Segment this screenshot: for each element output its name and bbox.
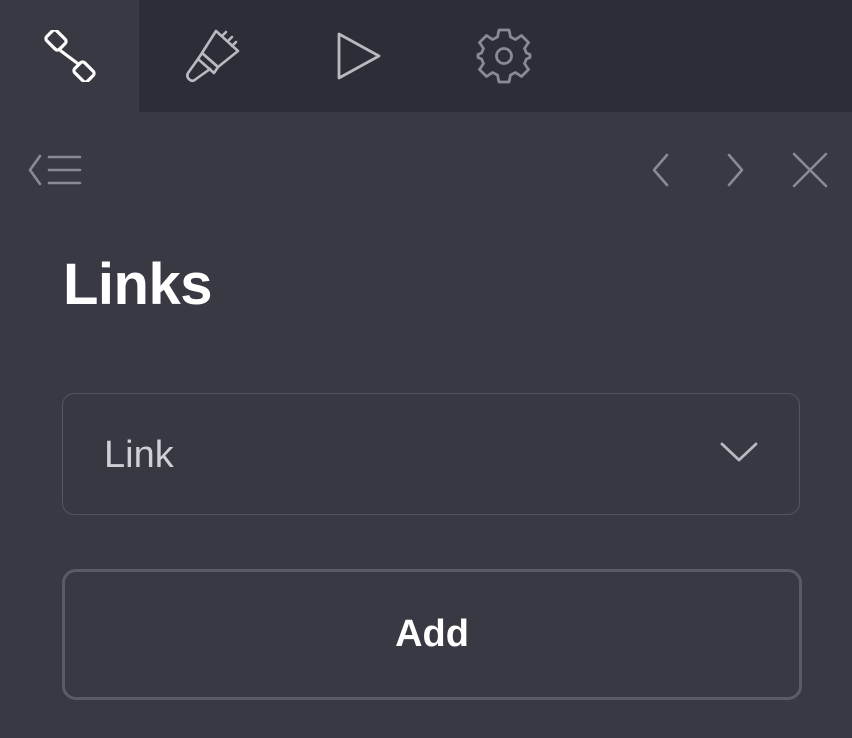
tab-style[interactable] xyxy=(139,0,285,112)
previous-button[interactable] xyxy=(630,140,690,204)
close-button[interactable] xyxy=(780,140,840,204)
link-icon xyxy=(43,30,96,82)
add-button[interactable]: Add xyxy=(62,569,802,700)
tab-settings[interactable] xyxy=(431,0,577,112)
tab-links[interactable] xyxy=(0,0,139,112)
link-type-select[interactable]: Link xyxy=(62,393,800,515)
tab-preview[interactable] xyxy=(285,0,431,112)
paintbrush-icon xyxy=(182,27,242,85)
back-menu-icon xyxy=(18,153,96,192)
editor-panel: Links Link Add xyxy=(0,0,852,738)
play-icon xyxy=(333,30,383,82)
tab-bar xyxy=(0,0,852,112)
chevron-down-icon xyxy=(719,440,759,469)
gear-icon xyxy=(475,27,533,85)
close-icon xyxy=(791,151,829,194)
panel-navigation xyxy=(0,140,852,204)
select-value: Link xyxy=(104,434,174,476)
chevron-right-icon xyxy=(724,152,748,193)
back-menu-button[interactable] xyxy=(14,140,100,204)
next-button[interactable] xyxy=(706,140,766,204)
page-title: Links xyxy=(63,252,213,317)
chevron-left-icon xyxy=(648,152,672,193)
